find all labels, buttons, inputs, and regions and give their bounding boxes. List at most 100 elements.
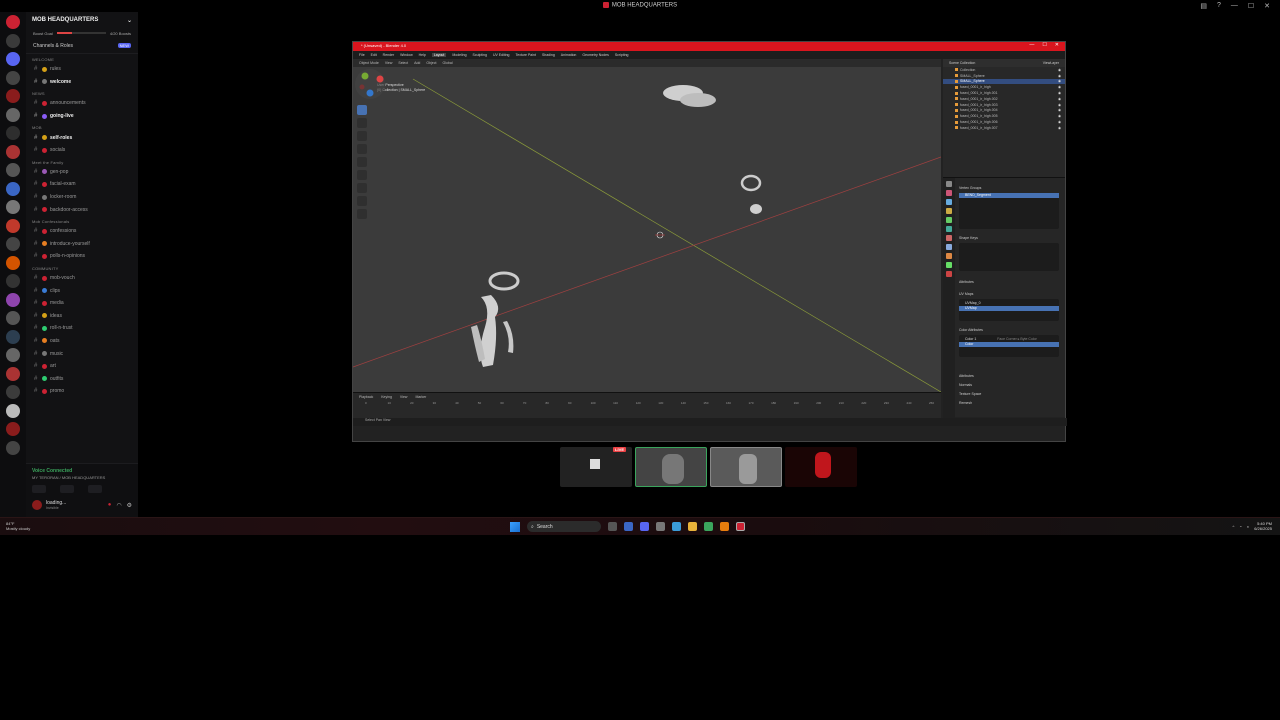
attributes-label[interactable]: Attributes [959, 280, 1059, 284]
channel-item[interactable]: # gen-pop [26, 166, 138, 179]
server-icon[interactable] [6, 422, 20, 436]
properties-tab-icon[interactable] [946, 181, 952, 187]
start-button[interactable] [510, 521, 520, 532]
app-icon[interactable] [624, 522, 633, 531]
timeline-menu-item[interactable]: Playback [359, 395, 373, 399]
server-icon[interactable] [6, 292, 20, 307]
properties-tab-icon[interactable] [946, 271, 952, 277]
viewport-menu-item[interactable]: View [385, 61, 393, 65]
avatar[interactable] [32, 500, 42, 510]
server-icon[interactable] [6, 237, 20, 251]
channel-item[interactable]: # facial-exam [26, 178, 138, 191]
stream-thumbnail-4[interactable] [785, 447, 857, 487]
weather-widget[interactable]: 84°F Mostly cloudy [6, 521, 30, 531]
eye-icon[interactable]: ◉ [1058, 114, 1061, 118]
server-icon[interactable] [6, 385, 20, 399]
blender-menu-item[interactable]: Layout [431, 53, 447, 57]
search-box[interactable]: ⌕ Search [527, 521, 601, 532]
blender-menu-item[interactable]: Window [400, 53, 412, 57]
camera-button[interactable] [32, 485, 46, 493]
section-texture-space[interactable]: Texture Space [959, 392, 1059, 396]
timeline-menu-item[interactable]: Keying [381, 395, 392, 399]
viewport-menu-item[interactable]: Object Mode [359, 61, 379, 65]
blender-menu-item[interactable]: Edit [371, 53, 377, 57]
voice-status[interactable]: Voice Connected [32, 468, 132, 474]
transform-tool-icon[interactable] [357, 170, 367, 180]
inbox-icon[interactable]: ▤ [1200, 2, 1207, 10]
vertex-groups-label[interactable]: Vertex Groups [959, 186, 1059, 190]
app-icon[interactable] [656, 522, 665, 531]
minimize-button[interactable]: — [1231, 2, 1238, 10]
edge-icon[interactable] [672, 522, 681, 531]
file-explorer-icon[interactable] [688, 522, 697, 531]
eye-icon[interactable]: ◉ [1058, 103, 1061, 107]
properties-tab-icon[interactable] [946, 262, 952, 268]
channel-category[interactable]: COMMUNITY [26, 263, 138, 272]
channel-item[interactable]: # welcome [26, 76, 138, 89]
channel-category[interactable]: Meet the Family [26, 157, 138, 166]
shape-keys-label[interactable]: Shape Keys [959, 236, 1059, 240]
channel-item[interactable]: # socials [26, 144, 138, 157]
server-icon[interactable] [6, 348, 20, 362]
timeline[interactable]: Playback Keying View Marker 0 10 20 30 40 50 60 70… [353, 392, 941, 418]
viewport-menu-item[interactable]: Add [414, 61, 420, 65]
server-icon[interactable] [6, 255, 20, 270]
channel-item[interactable]: # backdoor-access [26, 203, 138, 216]
shape-keys-list[interactable] [959, 243, 1059, 271]
3d-viewport[interactable]: User Perspective (0) Collection | SMALL_… [353, 67, 941, 392]
voice-channel[interactable]: MY TERORAN / MOB HEADQUARTERS [32, 475, 132, 480]
annotate-tool-icon[interactable] [357, 183, 367, 193]
blender-menu-item[interactable]: Scripting [615, 53, 629, 57]
blender-icon[interactable] [720, 522, 729, 531]
eye-icon[interactable]: ◉ [1058, 68, 1061, 72]
color-attributes-label[interactable]: Color Attributes [959, 328, 1059, 332]
properties-tab-icon[interactable] [946, 190, 952, 196]
server-icon[interactable] [6, 33, 20, 48]
eye-icon[interactable]: ◉ [1058, 120, 1061, 124]
channel-item[interactable]: # outfits [26, 372, 138, 385]
measure-tool-icon[interactable] [357, 196, 367, 206]
blender-menu-item[interactable]: Texture Paint [516, 53, 536, 57]
channel-category[interactable]: WELCOME [26, 54, 138, 63]
properties-tab-icon[interactable] [946, 253, 952, 259]
server-icon[interactable] [6, 329, 20, 344]
blender-menu-item[interactable]: Help [419, 53, 426, 57]
scale-tool-icon[interactable] [357, 157, 367, 167]
section-normals[interactable]: Normals [959, 383, 1059, 387]
add-cube-tool-icon[interactable] [357, 209, 367, 219]
server-icon[interactable] [6, 144, 20, 159]
viewport-menu-item[interactable]: Global [442, 61, 452, 65]
eye-icon[interactable]: ◉ [1058, 85, 1061, 89]
server-icon[interactable] [6, 70, 20, 85]
headphones-icon[interactable]: ◠ [116, 502, 121, 509]
channel-item[interactable]: # introduce-yourself [26, 238, 138, 251]
maximize-icon[interactable]: ☐ [1042, 42, 1046, 48]
eye-icon[interactable]: ◉ [1058, 108, 1061, 112]
app-icon[interactable] [704, 522, 713, 531]
blender-menu-item[interactable]: UV Editing [493, 53, 510, 57]
properties-tab-icon[interactable] [946, 244, 952, 250]
rotate-tool-icon[interactable] [357, 144, 367, 154]
section-attributes[interactable]: Attributes [959, 374, 1059, 378]
blender-menu-item[interactable]: Animation [561, 53, 577, 57]
viewport-menu-item[interactable]: Object [426, 61, 436, 65]
properties-tab-icon[interactable] [946, 199, 952, 205]
server-icon[interactable] [6, 366, 20, 381]
outliner[interactable]: Scene Collection ViewLayer Collection ◉ SM… [943, 59, 1065, 177]
channel-item[interactable]: # oats [26, 335, 138, 348]
channel-item[interactable]: # art [26, 360, 138, 373]
color-item-2[interactable]: Color [959, 342, 1059, 347]
blender-menu-item[interactable]: Shading [542, 53, 555, 57]
server-icon[interactable] [6, 163, 20, 177]
discord-app-icon[interactable] [640, 522, 649, 531]
properties-tab-icon[interactable] [946, 226, 952, 232]
channel-item[interactable]: # polls-n-opinions [26, 250, 138, 263]
channel-item[interactable]: # confessions [26, 225, 138, 238]
channel-item[interactable]: # rules [26, 63, 138, 76]
color-attributes-list[interactable]: Color 1 Face Corner ▸ Byte Color Color [959, 335, 1059, 357]
activity-button[interactable] [88, 485, 102, 493]
server-icon[interactable] [6, 311, 20, 325]
vertex-groups-list[interactable]: BEND_Segment [959, 193, 1059, 229]
properties-tab-icon[interactable] [946, 235, 952, 241]
uv-maps-list[interactable]: UVMap_0 UVMap [959, 299, 1059, 321]
